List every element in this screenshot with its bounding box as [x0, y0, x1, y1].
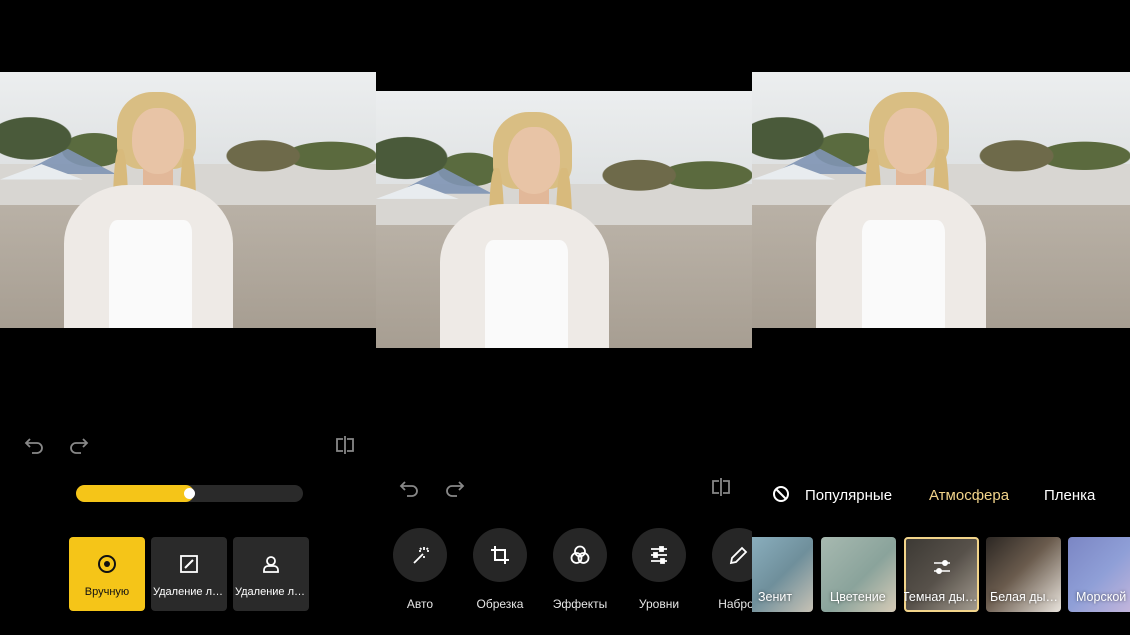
- person-remove-icon: [263, 556, 279, 573]
- undo-icon[interactable]: [398, 477, 420, 499]
- tool-auto[interactable]: Авто: [380, 528, 460, 611]
- filter-zenith[interactable]: Зенит: [752, 537, 813, 612]
- slider-fill: [76, 485, 194, 502]
- tab-film[interactable]: Пленка: [1044, 487, 1095, 504]
- slider-thumb[interactable]: [184, 488, 195, 499]
- photo-preview: [752, 72, 1130, 328]
- filter-sea[interactable]: Морской: [1068, 537, 1130, 612]
- compare-icon[interactable]: [334, 434, 356, 456]
- photo-preview: [376, 91, 752, 348]
- filter-label: Морской: [1076, 590, 1127, 604]
- pencil-icon: [729, 546, 748, 565]
- sliders-icon: [651, 546, 667, 564]
- tab-popular[interactable]: Популярные: [805, 487, 892, 504]
- filter-label: Цветение: [830, 590, 886, 604]
- filters-panel: Популярные Атмосфера Пленка Зенит Цветен…: [752, 0, 1130, 635]
- tool-label: Обрезка: [476, 597, 524, 611]
- filter-label: Темная ды…: [904, 590, 978, 604]
- undo-icon[interactable]: [23, 434, 45, 456]
- tool-label: Наброс: [718, 597, 752, 611]
- tool-crop[interactable]: Обрезка: [460, 528, 540, 611]
- filter-label: Белая ды…: [990, 590, 1059, 604]
- tools-panel: Авто Обрезка Эффекты Уровни Наброс: [376, 0, 752, 635]
- filter-label: Зенит: [758, 590, 793, 604]
- eraser-square-icon: [180, 555, 198, 573]
- no-filter-icon[interactable]: [772, 485, 790, 503]
- mode-remove-people-button[interactable]: Удаление лю…: [233, 537, 309, 611]
- redo-icon[interactable]: [444, 477, 466, 499]
- tool-effects[interactable]: Эффекты: [540, 528, 620, 611]
- filter-bloom[interactable]: Цветение: [821, 537, 896, 612]
- mode-manual-button[interactable]: Вручную: [69, 537, 145, 611]
- manual-edit-panel: Вручную Удаление лин… Удаление лю…: [0, 0, 376, 635]
- adjust-sliders-icon: [934, 559, 950, 575]
- filter-white-smoke[interactable]: Белая ды…: [986, 537, 1061, 612]
- effects-circles-icon: [570, 545, 590, 564]
- mode-label: Удаление лю…: [235, 586, 307, 598]
- filter-dark-smoke[interactable]: Темная ды…: [904, 537, 979, 612]
- target-icon: [98, 555, 116, 573]
- redo-icon[interactable]: [68, 434, 90, 456]
- tool-label: Эффекты: [552, 597, 608, 611]
- photo-preview: [0, 72, 376, 328]
- tab-atmosphere[interactable]: Атмосфера: [929, 487, 1009, 504]
- strength-slider[interactable]: [76, 485, 303, 502]
- mode-label: Вручную: [84, 586, 130, 598]
- magic-wand-icon: [413, 547, 429, 564]
- tool-label: Авто: [406, 597, 434, 611]
- tool-label: Уровни: [638, 597, 680, 611]
- mode-remove-lines-button[interactable]: Удаление лин…: [151, 537, 227, 611]
- tool-levels[interactable]: Уровни: [619, 528, 699, 611]
- crop-icon: [491, 546, 509, 564]
- compare-icon[interactable]: [710, 476, 732, 498]
- mode-label: Удаление лин…: [153, 586, 225, 598]
- tool-sketch[interactable]: Наброс: [699, 528, 752, 611]
